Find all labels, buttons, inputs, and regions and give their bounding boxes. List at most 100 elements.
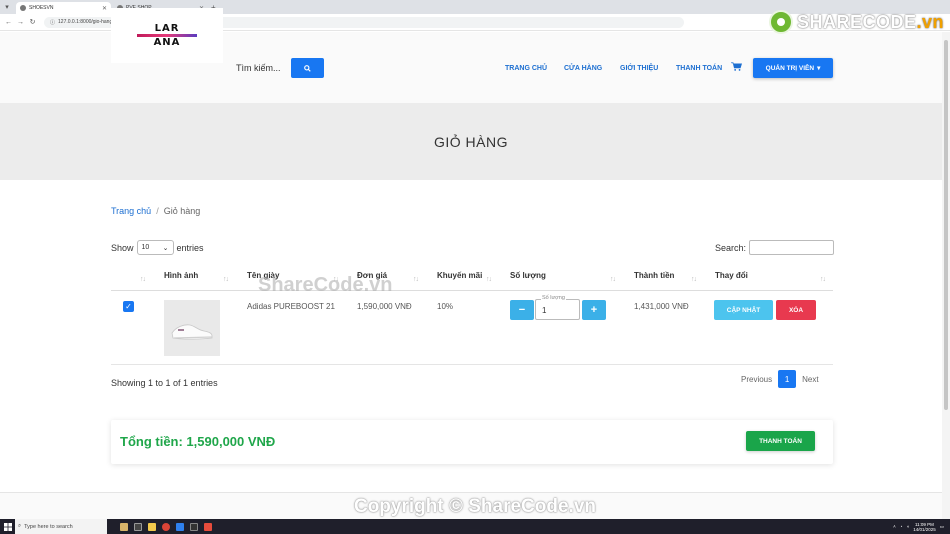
task-view-icon[interactable] (131, 519, 145, 534)
product-price: 1,590,000 VNĐ (357, 302, 412, 311)
volume-icon[interactable]: ◖ (906, 524, 909, 529)
total-amount: Tổng tiền: 1,590,000 VNĐ (120, 434, 276, 449)
sort-icon[interactable]: ↑↓ (610, 276, 616, 283)
pagination: Previous 1 Next (741, 370, 819, 388)
page-hero: GIỎ HÀNG (0, 103, 942, 180)
sharecode-watermark-logo: SHARECODE.vn (768, 10, 944, 34)
os-taskbar: ⌕ Type here to search ˄ ◔ ◖ 11:09 PM 14/… (0, 519, 950, 534)
column-header-image[interactable]: Hình ảnh (164, 271, 198, 280)
minus-icon: − (518, 304, 526, 316)
page-scrollbar[interactable] (942, 32, 950, 519)
system-tray: ˄ ◔ ◖ 11:09 PM 14/01/2025 ▭ (893, 522, 950, 532)
breadcrumb: Trang chủ / Giỏ hàng (111, 206, 200, 216)
windows-start-icon[interactable] (0, 519, 15, 534)
url-text: 127.0.0.1:8000/gio-hang (58, 19, 113, 25)
system-clock[interactable]: 11:09 PM 14/01/2025 (913, 522, 936, 532)
show-label: Show (111, 242, 134, 253)
notification-icon[interactable]: ▭ (940, 524, 944, 530)
decrease-quantity-button[interactable]: − (510, 300, 534, 320)
update-button[interactable]: CẬP NHẬT (714, 300, 773, 320)
taskbar-search-placeholder: Type here to search (24, 523, 73, 530)
product-discount: 10% (437, 302, 454, 311)
table-search-label: Search: (715, 242, 747, 253)
nav-about[interactable]: GIỚI THIỆU (620, 65, 658, 72)
network-icon[interactable]: ◔ (900, 524, 903, 529)
taskbar-search[interactable]: ⌕ Type here to search (15, 519, 107, 534)
entries-select[interactable]: 10 ⌄ (136, 240, 174, 255)
row-checkbox[interactable]: ✓ (123, 301, 134, 312)
terminal-icon[interactable] (187, 519, 201, 534)
sort-icon[interactable]: ↑↓ (486, 276, 492, 283)
sort-icon[interactable]: ↑↓ (140, 276, 146, 283)
reload-icon[interactable]: ↻ (28, 18, 37, 27)
back-icon[interactable]: ← (4, 18, 13, 27)
app-icon[interactable] (201, 519, 215, 534)
caret-down-icon: ▾ (817, 65, 821, 72)
order-summary: Tổng tiền: 1,590,000 VNĐ THANH TOÁN (111, 420, 833, 464)
table-length-control: Show 10 ⌄ entries (111, 240, 204, 255)
search-icon (304, 64, 311, 72)
quantity-value: 1 (542, 306, 547, 315)
sort-icon[interactable]: ↑↓ (820, 276, 826, 283)
watermark-middle: ShareCode.vn (258, 274, 393, 296)
table-search-input[interactable] (749, 240, 835, 255)
search-button[interactable] (291, 58, 324, 78)
cart-icon[interactable] (731, 62, 742, 71)
nav-checkout[interactable]: THANH TOÁN (676, 65, 722, 72)
sort-icon[interactable]: ↑↓ (413, 276, 419, 283)
delete-button[interactable]: XÓA (776, 300, 816, 320)
scrollbar-thumb[interactable] (944, 40, 948, 410)
column-header-discount[interactable]: Khuyến mãi (437, 271, 482, 280)
close-tab-icon[interactable]: ✕ (102, 5, 107, 12)
favicon-icon (20, 5, 26, 11)
site-logo[interactable]: LAR ANA (111, 8, 223, 63)
entries-label: entries (176, 242, 204, 253)
chevron-down-icon: ⌄ (162, 244, 169, 252)
tab-list-icon[interactable]: ▾ (0, 0, 14, 14)
browser-tab-shoesvn[interactable]: SHOESVN ✕ (16, 2, 111, 14)
product-name: Adidas PUREBOOST 21 (247, 302, 335, 311)
entries-value: 10 (141, 244, 150, 251)
sort-icon[interactable]: ↑↓ (223, 276, 229, 283)
quantity-field[interactable]: Số lượng 1 (535, 295, 580, 320)
file-explorer-icon[interactable] (145, 519, 159, 534)
sort-icon[interactable]: ↑↓ (691, 276, 697, 283)
checkout-button[interactable]: THANH TOÁN (746, 431, 815, 451)
column-header-actions[interactable]: Thay đổi (715, 271, 748, 280)
nav-home[interactable]: TRANG CHỦ (505, 65, 547, 72)
cube-app-icon[interactable] (117, 519, 131, 534)
tray-chevron-icon[interactable]: ˄ (893, 524, 896, 529)
watermark-brand: SHARECODE (796, 11, 917, 32)
table-header: ↑↓ Hình ảnh ↑↓ Tên giày ↑↓ Đơn giá ↑↓ Kh… (111, 263, 833, 291)
logo-line1: LAR (154, 23, 180, 34)
product-image (164, 300, 220, 356)
increase-quantity-button[interactable]: + (582, 300, 606, 320)
page-title: GIỎ HÀNG (433, 133, 508, 150)
admin-label: QUẢN TRỊ VIÊN (765, 64, 815, 72)
tab-title: SHOESVN (29, 5, 54, 11)
table-info: Showing 1 to 1 of 1 entries (111, 378, 218, 388)
column-header-quantity[interactable]: Số lượng (510, 271, 546, 280)
vscode-icon[interactable] (173, 519, 187, 534)
search-input[interactable]: Tìm kiếm... (236, 63, 281, 73)
breadcrumb-current: Giỏ hàng (163, 206, 201, 216)
plus-icon: + (590, 304, 598, 316)
breadcrumb-home[interactable]: Trang chủ (111, 206, 151, 216)
breadcrumb-separator: / (156, 206, 159, 216)
table-row: ✓ Adidas PUREBOOST 21 1,590,000 VNĐ 10% … (111, 291, 833, 365)
line-total: 1,431,000 VNĐ (634, 302, 689, 311)
pagination-page[interactable]: 1 (778, 370, 797, 388)
pagination-previous[interactable]: Previous (741, 375, 772, 384)
nav-shop[interactable]: CỬA HÀNG (564, 65, 602, 72)
admin-dropdown-button[interactable]: QUẢN TRỊ VIÊN ▾ (753, 58, 833, 78)
check-icon: ✓ (125, 302, 132, 311)
clock-date: 14/01/2025 (913, 526, 936, 532)
logo-line2: ANA (153, 37, 181, 48)
table-search-control: Search: (715, 240, 835, 255)
quantity-field-label: Số lượng (541, 295, 566, 301)
search-icon: ⌕ (18, 523, 22, 529)
pagination-next[interactable]: Next (802, 375, 818, 384)
column-header-total[interactable]: Thành tiền (634, 271, 674, 280)
chrome-icon[interactable] (159, 519, 173, 534)
forward-icon[interactable]: → (16, 18, 25, 27)
